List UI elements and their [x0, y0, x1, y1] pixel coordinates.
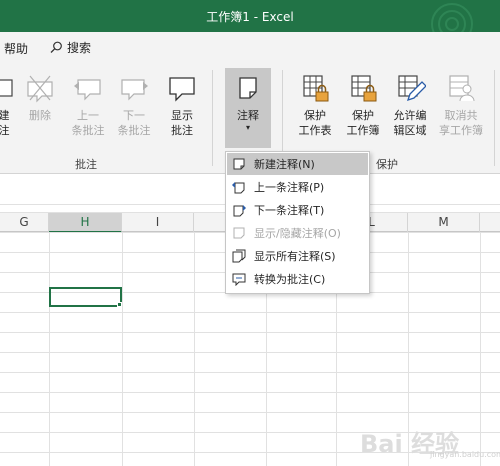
protect-sheet-icon	[299, 70, 331, 104]
tell-me-search[interactable]: 搜索	[50, 39, 91, 56]
note-icon	[232, 70, 264, 104]
title-decoration	[431, 3, 473, 32]
menu-item-show-hide-note[interactable]: 显示/隐藏注释(O)	[227, 222, 368, 244]
new-comment-label-bottom: 注	[0, 124, 10, 137]
show-comments-label-2: 批注	[171, 124, 193, 137]
title-bar: 工作簿1 - Excel	[0, 0, 500, 32]
group-label-protect: 保护	[376, 158, 398, 171]
notes-dropdown-menu: 新建注释(N) 上一条注释(P) 下一条注释(T) 显示/隐藏注释(O) 显示所…	[225, 151, 370, 294]
menu-item-convert-to-comment[interactable]: 转换为批注(C)	[227, 268, 368, 290]
column-header-g[interactable]: G	[0, 213, 49, 233]
column-header-m[interactable]: M	[408, 213, 480, 233]
previous-comment-button[interactable]: 上一 条批注	[68, 70, 108, 138]
new-comment-button[interactable]: 建 注	[0, 70, 13, 138]
watermark-subtext: jingyan.baidu.com	[430, 450, 500, 459]
grid-line	[49, 232, 50, 466]
next-comment-icon	[118, 70, 150, 104]
new-note-icon	[232, 157, 246, 171]
delete-comment-button[interactable]: 删除	[22, 70, 58, 123]
unshare-workbook-label-2: 享工作簿	[439, 124, 483, 137]
menu-item-show-all-notes[interactable]: 显示所有注释(S)	[227, 245, 368, 267]
column-header-h[interactable]: H	[49, 213, 122, 233]
show-hide-note-icon	[232, 226, 246, 240]
menu-bar: 帮助 搜索	[0, 32, 500, 64]
delete-comment-icon	[24, 70, 56, 104]
active-cell[interactable]	[49, 287, 122, 307]
protect-workbook-label-2: 工作簿	[346, 124, 380, 137]
menu-item-new-note[interactable]: 新建注释(N)	[227, 153, 368, 175]
next-comment-label-1: 下一	[123, 109, 145, 122]
grid-line	[194, 232, 195, 466]
show-all-notes-icon	[232, 249, 246, 263]
protect-workbook-button[interactable]: 保护 工作簿	[342, 70, 384, 138]
show-comments-button[interactable]: 显示 批注	[162, 70, 202, 138]
menu-item-next-note[interactable]: 下一条注释(T)	[227, 199, 368, 221]
next-comment-button[interactable]: 下一 条批注	[114, 70, 154, 138]
menu-item-label: 下一条注释(T)	[254, 204, 325, 217]
protect-sheet-button[interactable]: 保护 工作表	[294, 70, 336, 138]
menu-help[interactable]: 帮助	[4, 40, 28, 57]
group-separator	[212, 70, 213, 166]
notes-label: 注释	[237, 109, 259, 122]
group-label-comments: 批注	[75, 158, 97, 171]
allow-edit-ranges-icon	[394, 70, 427, 104]
protect-sheet-label-1: 保护	[304, 109, 326, 122]
fill-handle[interactable]	[117, 302, 122, 307]
menu-item-label: 显示/隐藏注释(O)	[254, 227, 341, 240]
allow-edit-ranges-label-2: 辑区域	[393, 124, 427, 137]
unshare-workbook-icon	[445, 70, 477, 104]
previous-comment-icon	[72, 70, 104, 104]
previous-comment-label-1: 上一	[77, 109, 99, 122]
protect-sheet-label-2: 工作表	[298, 124, 332, 137]
column-header-i[interactable]: I	[122, 213, 194, 233]
menu-item-label: 新建注释(N)	[254, 158, 315, 171]
menu-item-previous-note[interactable]: 上一条注释(P)	[227, 176, 368, 198]
new-comment-icon	[0, 70, 18, 104]
unshare-workbook-button[interactable]: 取消共 享工作簿	[434, 70, 488, 138]
chevron-down-icon: ▾	[245, 123, 250, 132]
show-comments-label-1: 显示	[171, 109, 193, 122]
grid-line	[122, 232, 123, 466]
baidu-watermark: Bai 经验 jingyan.baidu.com	[360, 420, 500, 459]
convert-to-comment-icon	[232, 272, 246, 287]
notes-dropdown-button[interactable]: 注释 ▾	[227, 70, 269, 133]
show-comments-icon	[166, 70, 198, 104]
protect-workbook-icon	[347, 70, 379, 104]
menu-item-label: 显示所有注释(S)	[254, 250, 336, 263]
allow-edit-ranges-button[interactable]: 允许编 辑区域	[389, 70, 431, 138]
next-comment-label-2: 条批注	[117, 124, 151, 137]
protect-workbook-label-1: 保护	[352, 109, 374, 122]
search-label: 搜索	[67, 41, 92, 55]
next-note-icon	[232, 203, 246, 217]
previous-note-icon	[232, 180, 246, 194]
allow-edit-ranges-label-1: 允许编	[393, 109, 427, 122]
unshare-workbook-label-1: 取消共	[444, 109, 478, 122]
menu-item-label: 上一条注释(P)	[254, 181, 325, 194]
new-comment-label-top: 建	[0, 109, 10, 122]
delete-comment-label: 删除	[29, 109, 51, 122]
search-icon	[50, 41, 62, 53]
previous-comment-label-2: 条批注	[71, 124, 105, 137]
group-separator-3	[494, 70, 495, 166]
menu-item-label: 转换为批注(C)	[254, 273, 326, 286]
